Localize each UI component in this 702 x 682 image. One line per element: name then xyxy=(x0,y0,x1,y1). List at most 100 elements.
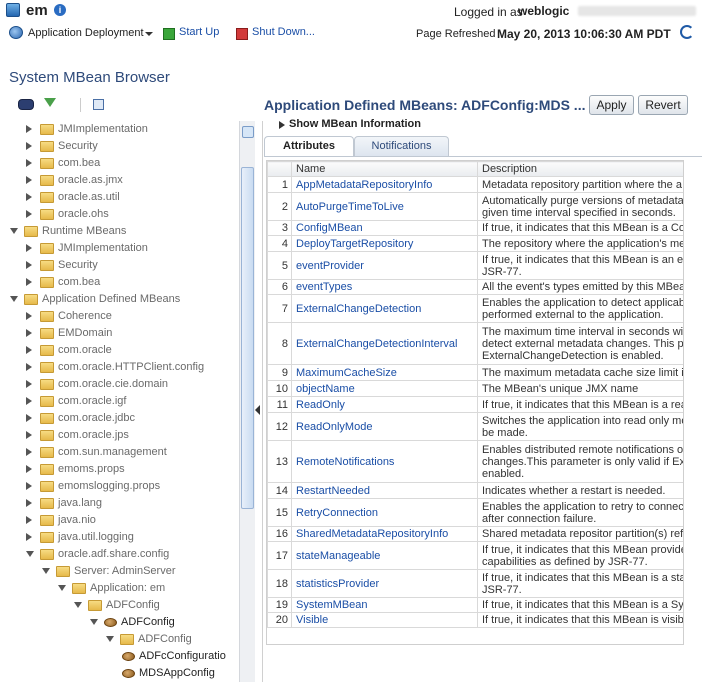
collapsed-arrow-icon[interactable] xyxy=(26,329,32,338)
attribute-name-link[interactable]: ConfigMBean xyxy=(291,220,478,236)
collapsed-arrow-icon[interactable] xyxy=(26,516,32,525)
table-row[interactable]: 18 statisticsProvider If true, it indicate… xyxy=(267,569,683,598)
attribute-name-link[interactable]: SharedMetadataRepositoryInfo xyxy=(291,526,478,542)
shut-down-icon[interactable] xyxy=(236,28,248,40)
binoculars-icon[interactable] xyxy=(18,99,34,110)
tree-node[interactable]: java.nio xyxy=(26,512,96,529)
start-up-icon[interactable] xyxy=(163,28,175,40)
attribute-name-link[interactable]: Visible xyxy=(291,612,478,628)
expanded-arrow-icon[interactable] xyxy=(58,585,66,592)
tree-node[interactable]: JMImplementation xyxy=(26,240,148,257)
splitter[interactable] xyxy=(255,121,263,682)
expanded-arrow-icon[interactable] xyxy=(106,636,114,643)
tree-node[interactable]: ADFConfig xyxy=(106,631,192,648)
attribute-name-link[interactable]: AutoPurgeTimeToLive xyxy=(291,192,478,221)
tree-node[interactable]: com.bea xyxy=(26,274,100,291)
table-row[interactable]: 4 DeployTargetRepository The repository wh… xyxy=(267,235,683,252)
table-row[interactable]: 19 SystemMBean If true, it indicates that … xyxy=(267,597,683,613)
attribute-name-link[interactable]: MaximumCacheSize xyxy=(291,364,478,381)
tree-node[interactable]: Application: em xyxy=(58,580,165,597)
col-name-header[interactable]: Name xyxy=(291,161,478,177)
collapsed-arrow-icon[interactable] xyxy=(26,533,32,542)
expand-arrow-icon[interactable] xyxy=(279,121,285,129)
collapsed-arrow-icon[interactable] xyxy=(26,210,32,219)
tree-node[interactable]: com.oracle xyxy=(26,342,112,359)
tree-node[interactable]: java.lang xyxy=(26,495,102,512)
table-row[interactable]: 3 ConfigMBean If true, it indicates that t… xyxy=(267,220,683,236)
attribute-name-link[interactable]: RemoteNotifications xyxy=(291,440,478,483)
collapsed-arrow-icon[interactable] xyxy=(26,176,32,185)
tree-node[interactable]: emoms.props xyxy=(26,461,125,478)
attribute-name-link[interactable]: AppMetadataRepositoryInfo xyxy=(291,176,478,193)
tree-node[interactable]: ADFcConfiguratio xyxy=(122,648,226,665)
attribute-name-link[interactable]: stateManageable xyxy=(291,541,478,570)
table-row[interactable]: 2 AutoPurgeTimeToLive Automatically purge … xyxy=(267,192,683,221)
collapsed-arrow-icon[interactable] xyxy=(26,431,32,440)
table-row[interactable]: 6 eventTypes All the event's types emitted… xyxy=(267,279,683,295)
tab-notifications[interactable]: Notifications xyxy=(354,136,449,156)
tree-node[interactable]: oracle.as.util xyxy=(26,189,120,206)
collapsed-arrow-icon[interactable] xyxy=(26,244,32,253)
collapsed-arrow-icon[interactable] xyxy=(26,363,32,372)
table-row[interactable]: 11 ReadOnly If true, it indicates that thi… xyxy=(267,396,683,413)
table-row[interactable]: 15 RetryConnection Enables the application… xyxy=(267,498,683,527)
table-row[interactable]: 16 SharedMetadataRepositoryInfo Shared met… xyxy=(267,526,683,542)
tree-node[interactable]: Security xyxy=(26,257,98,274)
collapsed-arrow-icon[interactable] xyxy=(26,414,32,423)
collapsed-arrow-icon[interactable] xyxy=(26,380,32,389)
attribute-name-link[interactable]: RestartNeeded xyxy=(291,482,478,499)
attribute-name-link[interactable]: RetryConnection xyxy=(291,498,478,527)
collapsed-arrow-icon[interactable] xyxy=(26,465,32,474)
tree-node[interactable]: Application Defined MBeans xyxy=(10,291,180,308)
attribute-name-link[interactable]: eventProvider xyxy=(291,251,478,280)
collapsed-arrow-icon[interactable] xyxy=(26,261,32,270)
collapsed-arrow-icon[interactable] xyxy=(26,193,32,202)
collapsed-arrow-icon[interactable] xyxy=(26,312,32,321)
expanded-arrow-icon[interactable] xyxy=(42,568,50,575)
table-row[interactable]: 1 AppMetadataRepositoryInfo Metadata repos… xyxy=(267,176,683,193)
expanded-arrow-icon[interactable] xyxy=(10,228,18,235)
expanded-arrow-icon[interactable] xyxy=(90,619,98,626)
show-mbean-info-link[interactable]: Show MBean Information xyxy=(289,118,421,130)
attribute-name-link[interactable]: DeployTargetRepository xyxy=(291,235,478,252)
tree-node[interactable]: ADFConfig xyxy=(74,597,160,614)
info-icon[interactable]: i xyxy=(54,4,66,16)
attribute-name-link[interactable]: eventTypes xyxy=(291,279,478,295)
apply-button[interactable]: Apply xyxy=(589,95,634,115)
table-row[interactable]: 20 Visible If true, it indicates that this… xyxy=(267,612,683,628)
tree-node[interactable]: Server: AdminServer xyxy=(42,563,175,580)
attribute-name-link[interactable]: ExternalChangeDetectionInterval xyxy=(291,322,478,365)
collapsed-arrow-icon[interactable] xyxy=(26,499,32,508)
chevron-down-icon[interactable] xyxy=(145,32,153,36)
tree-node[interactable]: oracle.as.jmx xyxy=(26,172,123,189)
scroll-up-icon[interactable] xyxy=(242,126,254,138)
attribute-name-link[interactable]: statisticsProvider xyxy=(291,569,478,598)
collapsed-arrow-icon[interactable] xyxy=(26,278,32,287)
revert-button[interactable]: Revert xyxy=(638,95,688,115)
tree-node[interactable]: oracle.adf.share.config xyxy=(26,546,169,563)
tree-node[interactable]: MDSAppConfig xyxy=(122,665,215,682)
expanded-arrow-icon[interactable] xyxy=(74,602,82,609)
table-row[interactable]: 10 objectName The MBean's unique JMX name xyxy=(267,380,683,397)
filter-icon[interactable] xyxy=(44,98,56,107)
table-row[interactable]: 17 stateManageable If true, it indicates t… xyxy=(267,541,683,570)
table-row[interactable]: 5 eventProvider If true, it indicates that… xyxy=(267,251,683,280)
app-home-icon[interactable] xyxy=(6,3,20,17)
tree-node[interactable]: com.bea xyxy=(26,155,100,172)
collapsed-arrow-icon[interactable] xyxy=(26,142,32,151)
collapsed-arrow-icon[interactable] xyxy=(26,346,32,355)
tree-scrollbar[interactable] xyxy=(239,121,255,682)
tree-node[interactable]: JMImplementation xyxy=(26,121,148,138)
col-description-header[interactable]: Description xyxy=(477,161,683,177)
expanded-arrow-icon[interactable] xyxy=(26,551,34,558)
tree-node[interactable]: com.oracle.HTTPClient.config xyxy=(26,359,204,376)
attribute-name-link[interactable]: ReadOnly xyxy=(291,396,478,413)
user-name[interactable]: weblogic xyxy=(518,4,569,18)
tree-node[interactable]: java.util.logging xyxy=(26,529,134,546)
collapsed-arrow-icon[interactable] xyxy=(26,397,32,406)
shut-down-button[interactable]: Shut Down... xyxy=(252,26,315,38)
table-row[interactable]: 12 ReadOnlyMode Switches the application i… xyxy=(267,412,683,441)
tree-node[interactable]: oracle.ohs xyxy=(26,206,109,223)
tree-node[interactable]: com.oracle.jdbc xyxy=(26,410,135,427)
collapse-pane-icon[interactable] xyxy=(255,405,260,415)
